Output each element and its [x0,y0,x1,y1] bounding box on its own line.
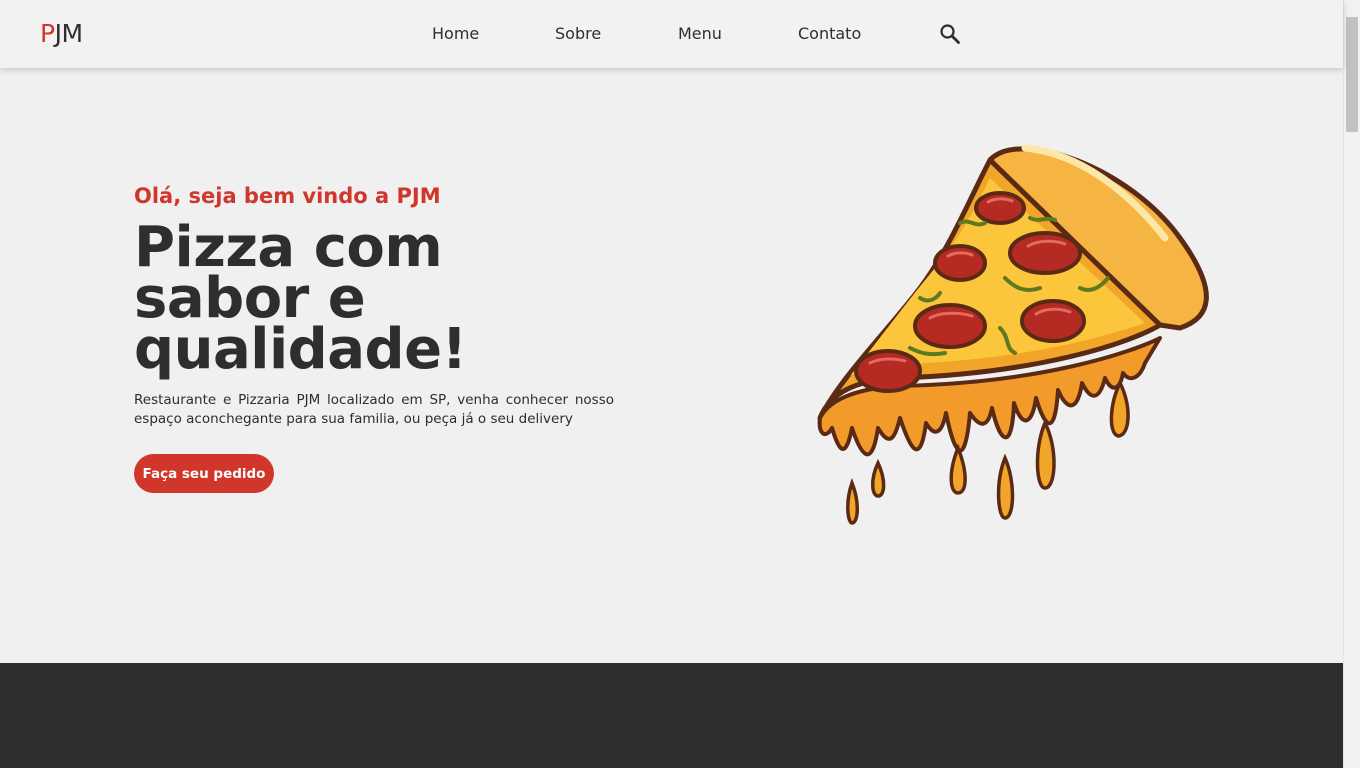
nav-link-menu[interactable]: Menu [678,24,722,44]
logo[interactable]: PJM [40,19,83,49]
dark-section [0,663,1343,768]
order-button[interactable]: Faça seu pedido [134,454,274,493]
hero-greeting: Olá, seja bem vindo a PJM [134,184,441,208]
logo-letter-p: P [40,19,55,48]
search-icon [940,24,960,44]
pizza-slice-image [817,144,1209,525]
site-header: PJM Home Sobre Menu Contato [0,0,1343,68]
scrollbar-thumb[interactable] [1346,17,1358,132]
logo-letters-jm: JM [54,19,83,48]
scrollbar[interactable] [1343,0,1360,768]
hero-headline: Pizza com sabor e qualidade! [134,215,467,382]
nav-link-contato[interactable]: Contato [798,24,861,44]
hero-description: Restaurante e Pizzaria PJM localizado em… [134,392,614,427]
nav-link-home[interactable]: Home [432,24,479,44]
nav-link-sobre[interactable]: Sobre [555,24,601,44]
search-button[interactable] [938,22,962,46]
